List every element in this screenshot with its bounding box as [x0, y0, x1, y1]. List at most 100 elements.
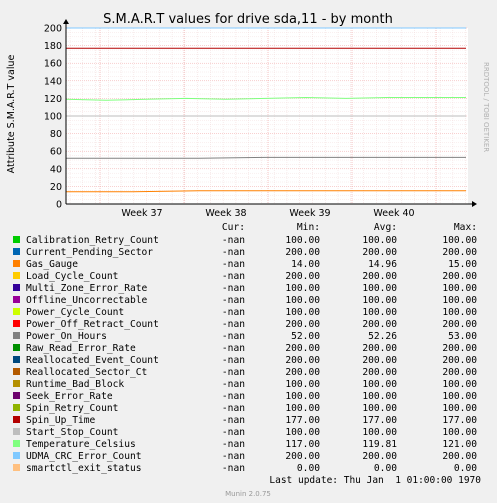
x-axis-arrow — [472, 201, 477, 207]
legend-value: -nan — [222, 403, 245, 414]
legend-value: -nan — [222, 247, 245, 258]
legend-value: 100.00 — [362, 283, 397, 294]
legend-value: 53.00 — [448, 331, 477, 342]
y-tick-label: 20 — [50, 182, 62, 193]
legend-value: -nan — [222, 355, 245, 366]
legend-value: 100.00 — [285, 379, 320, 390]
legend-value: 100.00 — [362, 391, 397, 402]
rrdtool-watermark: RRDTOOL / TOBI OETIKER — [482, 62, 490, 152]
y-tick-label: 40 — [50, 164, 62, 175]
legend-value: -nan — [222, 319, 245, 330]
legend-header: Min: — [297, 222, 320, 233]
legend-swatch — [13, 404, 20, 411]
legend-value: 100.00 — [285, 427, 320, 438]
legend-series-name: Reallocated_Sector_Ct — [26, 367, 147, 378]
legend-value: 0.00 — [454, 463, 477, 474]
legend-value: 200.00 — [362, 355, 397, 366]
legend-series-name: Load_Cycle_Count — [26, 271, 118, 282]
legend-value: 100.00 — [285, 403, 320, 414]
legend-value: 100.00 — [442, 379, 477, 390]
legend-value: 200.00 — [442, 319, 477, 330]
legend-value: 200.00 — [362, 319, 397, 330]
legend-swatch — [13, 356, 20, 363]
legend-value: 14.96 — [368, 259, 397, 270]
legend-value: 100.00 — [285, 283, 320, 294]
legend-swatch — [13, 248, 20, 255]
legend-swatch — [13, 308, 20, 315]
legend-value: -nan — [222, 307, 245, 318]
legend-value: 15.00 — [448, 259, 477, 270]
legend-value: 0.00 — [297, 463, 320, 474]
legend-value: 121.00 — [442, 439, 477, 450]
legend-swatch — [13, 272, 20, 279]
legend-value: 100.00 — [442, 283, 477, 294]
legend-swatch — [13, 428, 20, 435]
legend-value: 200.00 — [442, 247, 477, 258]
legend-swatch — [13, 260, 20, 267]
legend-value: -nan — [222, 295, 245, 306]
y-tick-label: 60 — [50, 147, 62, 158]
chart-title: S.M.A.R.T values for drive sda,11 - by m… — [103, 12, 393, 27]
legend-value: 100.00 — [362, 379, 397, 390]
legend-value: 200.00 — [285, 271, 320, 282]
munin-footer: Munin 2.0.75 — [225, 490, 271, 498]
legend-value: 100.00 — [362, 427, 397, 438]
legend-swatch — [13, 392, 20, 399]
legend-swatch — [13, 236, 20, 243]
legend-value: 100.00 — [285, 235, 320, 246]
legend-value: 100.00 — [442, 427, 477, 438]
legend-value: 200.00 — [285, 451, 320, 462]
legend-swatch — [13, 296, 20, 303]
legend-value: 100.00 — [362, 307, 397, 318]
legend-value: -nan — [222, 235, 245, 246]
legend-value: 100.00 — [442, 403, 477, 414]
legend-value: 200.00 — [362, 451, 397, 462]
legend-value: 200.00 — [285, 367, 320, 378]
legend: Cur: Min: Avg: Max: Calibration_Retry_Count -… — [13, 222, 477, 474]
legend-value: -nan — [222, 259, 245, 270]
smart-chart: S.M.A.R.T values for drive sda,11 - by m… — [6, 12, 490, 498]
legend-value: -nan — [222, 379, 245, 390]
legend-series-name: Start_Stop_Count — [26, 427, 118, 438]
y-tick-label: 100 — [44, 112, 62, 123]
y-ticks: 0 20 40 60 80 100 120 140 160 180 200 — [44, 24, 62, 211]
legend-header: Max: — [454, 222, 477, 233]
legend-series-name: Power_Cycle_Count — [26, 307, 124, 318]
legend-value: 100.00 — [362, 295, 397, 306]
legend-value: -nan — [222, 331, 245, 342]
last-update: Last update: Thu Jan 1 01:00:00 1970 — [269, 475, 481, 486]
legend-value: 100.00 — [285, 295, 320, 306]
x-tick-label: Week 39 — [289, 208, 330, 219]
legend-series-name: Offline_Uncorrectable — [26, 295, 148, 306]
legend-value: -nan — [222, 271, 245, 282]
legend-series-name: Gas_Gauge — [26, 259, 78, 270]
legend-swatch — [13, 320, 20, 327]
legend-value: 117.00 — [285, 439, 320, 450]
legend-series-name: Current_Pending_Sector — [26, 247, 153, 258]
legend-value: -nan — [222, 343, 245, 354]
legend-value: 200.00 — [442, 355, 477, 366]
legend-value: 200.00 — [442, 271, 477, 282]
legend-value: 100.00 — [362, 235, 397, 246]
y-tick-label: 80 — [50, 129, 62, 140]
legend-value: -nan — [222, 391, 245, 402]
legend-value: 100.00 — [442, 307, 477, 318]
legend-header: Avg: — [374, 222, 397, 233]
legend-swatch — [13, 440, 20, 447]
y-axis-arrow — [63, 19, 69, 24]
legend-swatch — [13, 284, 20, 291]
legend-series-name: Multi_Zone_Error_Rate — [26, 283, 148, 294]
y-axis-label: Attribute S.M.A.R.T value — [6, 55, 17, 174]
legend-swatch — [13, 380, 20, 387]
legend-value: 200.00 — [285, 355, 320, 366]
legend-series-name: UDMA_CRC_Error_Count — [26, 451, 142, 462]
legend-value: -nan — [222, 367, 245, 378]
legend-value: 200.00 — [362, 343, 397, 354]
legend-value: 100.00 — [285, 391, 320, 402]
legend-value: 177.00 — [442, 415, 477, 426]
legend-series-name: Spin_Up_Time — [26, 415, 96, 426]
legend-value: -nan — [222, 451, 245, 462]
legend-series-name: Power_Off_Retract_Count — [26, 319, 159, 330]
x-tick-label: Week 37 — [121, 208, 162, 219]
legend-value: 100.00 — [442, 391, 477, 402]
